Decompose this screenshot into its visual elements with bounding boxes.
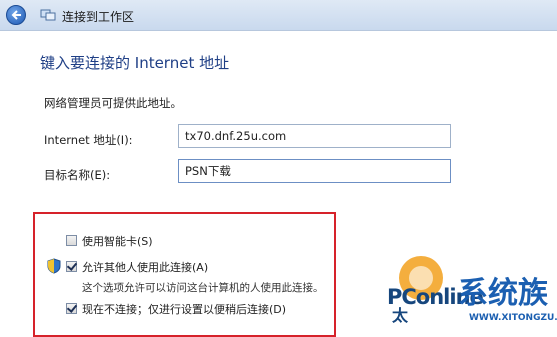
internet-address-label: Internet 地址(I):	[44, 133, 133, 147]
smartcard-checkbox[interactable]	[66, 235, 77, 246]
internet-address-input[interactable]: tx70.dnf.25u.com	[178, 124, 451, 148]
dont-connect-checkbox[interactable]	[66, 303, 77, 314]
pconline-watermark-sub: 太	[392, 306, 409, 325]
window-title: 连接到工作区	[62, 10, 135, 24]
destination-name-label: 目标名称(E):	[44, 168, 111, 182]
allow-others-description: 这个选项允许可以访问这台计算机的人使用此连接。	[82, 282, 324, 294]
system-site-watermark: 系统族	[458, 276, 548, 311]
back-arrow-icon	[11, 10, 21, 20]
allow-others-label: 允许其他人使用此连接(A)	[82, 261, 209, 274]
title-bar: 连接到工作区	[0, 0, 557, 31]
dont-connect-label: 现在不连接；仅进行设置以便稍后连接(D)	[82, 303, 287, 316]
network-icon	[40, 9, 56, 21]
allow-others-checkbox[interactable]	[66, 261, 77, 272]
system-site-url-watermark: WWW.XITONGZU.COM	[469, 313, 557, 323]
smartcard-label: 使用智能卡(S)	[82, 235, 153, 248]
admin-note: 网络管理员可提供此地址。	[44, 96, 182, 110]
back-button[interactable]	[6, 5, 26, 25]
destination-name-input[interactable]: PSN下载	[178, 159, 451, 183]
shield-icon	[47, 258, 61, 274]
page-heading: 键入要连接的 Internet 地址	[40, 54, 230, 72]
